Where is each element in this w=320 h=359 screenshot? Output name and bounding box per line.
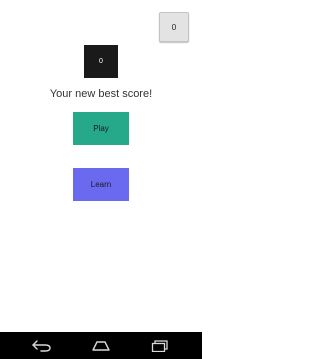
play-button[interactable]: Play — [73, 112, 129, 145]
counter-button[interactable]: 0 — [159, 12, 189, 42]
play-button-label: Play — [93, 124, 109, 133]
learn-button-label: Learn — [90, 180, 112, 189]
recent-apps-icon[interactable] — [145, 336, 175, 356]
home-icon[interactable] — [86, 336, 116, 356]
best-score-message: Your new best score! — [49, 88, 153, 100]
score-box: 0 — [84, 45, 118, 78]
app-screen: 0 0 Your new best score! Play Learn — [0, 0, 202, 359]
counter-value: 0 — [171, 22, 177, 32]
score-value: 0 — [99, 58, 103, 65]
learn-button[interactable]: Learn — [73, 168, 129, 201]
navigation-bar — [0, 332, 202, 359]
back-arrow-icon[interactable] — [27, 336, 57, 356]
